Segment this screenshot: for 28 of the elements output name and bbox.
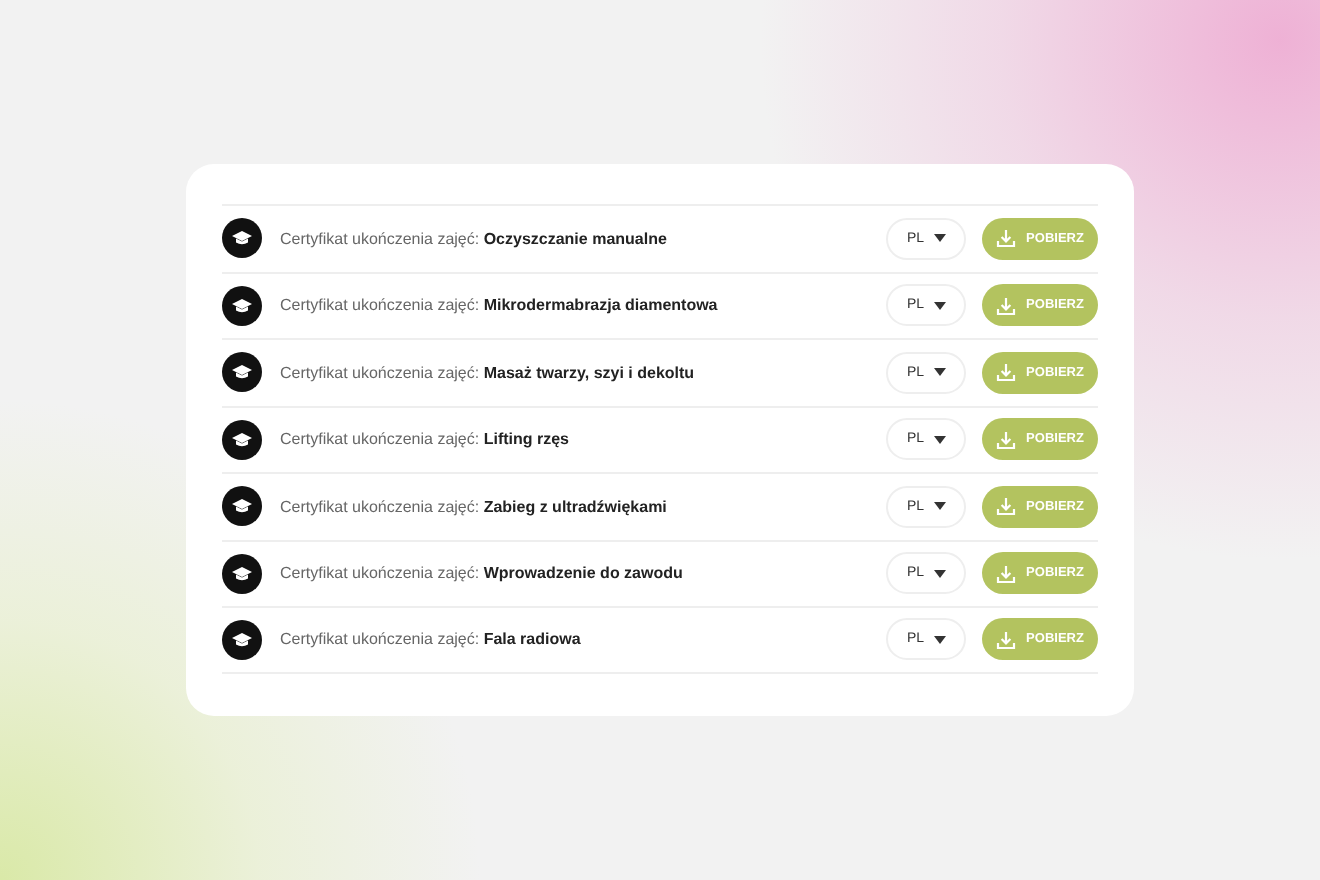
certificate-title: Certyfikat ukończenia zajęć: Zabieg z ultradźwiękami xyxy=(280,497,669,516)
download-icon xyxy=(996,228,1017,249)
caret-icon xyxy=(934,635,946,644)
download-icon xyxy=(996,295,1017,316)
download-icon xyxy=(996,496,1017,517)
graduation-cap-icon xyxy=(222,352,262,393)
certificate-title: Certyfikat ukończenia zajęć: Fala radiowa xyxy=(280,630,583,649)
graduation-cap-icon xyxy=(222,285,262,326)
download-icon xyxy=(996,362,1017,383)
caret-icon xyxy=(934,368,946,377)
certificate-title: Certyfikat ukończenia zajęć: Oczyszczanie manualne xyxy=(280,229,669,248)
certificate-title: Certyfikat ukończenia zajęć: Lifting rzęs xyxy=(280,430,571,449)
certificate-title: Certyfikat ukończenia zajęć: Masaż twarzy, szyi i dekoltu xyxy=(280,363,697,382)
certificate-title: Certyfikat ukończenia zajęć: Wprowadzenie do zawodu xyxy=(280,564,685,583)
graduation-cap-icon xyxy=(222,218,262,259)
caret-icon xyxy=(934,569,946,578)
caret-icon xyxy=(934,234,946,243)
certificate-title: Certyfikat ukończenia zajęć: Mikrodermabrazja diamentowa xyxy=(280,296,720,315)
caret-icon xyxy=(934,301,946,310)
graduation-cap-icon xyxy=(222,486,262,527)
download-icon xyxy=(996,563,1017,584)
download-icon xyxy=(996,429,1017,450)
caret-icon xyxy=(934,435,946,444)
graduation-cap-icon xyxy=(222,619,262,660)
graduation-cap-icon xyxy=(222,553,262,594)
caret-icon xyxy=(934,502,946,511)
download-icon xyxy=(996,629,1017,650)
graduation-cap-icon xyxy=(222,419,262,460)
